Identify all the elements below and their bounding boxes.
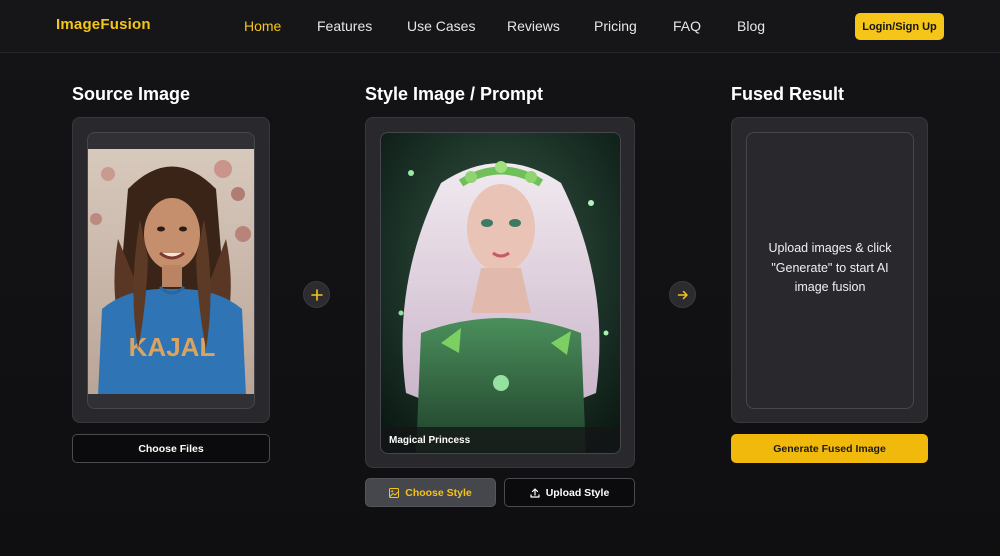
nav-faq[interactable]: FAQ — [673, 18, 701, 34]
nav-blog[interactable]: Blog — [737, 18, 765, 34]
choose-files-button[interactable]: Choose Files — [72, 434, 270, 463]
source-photo: KAJAL — [88, 149, 254, 394]
logo[interactable]: ImageFusion — [56, 16, 151, 33]
nav-home[interactable]: Home — [244, 18, 281, 34]
style-caption: Magical Princess — [381, 427, 620, 453]
image-icon — [389, 487, 400, 498]
choose-style-button[interactable]: Choose Style — [365, 478, 496, 507]
login-signup-button[interactable]: Login/Sign Up — [855, 13, 944, 40]
nav-features[interactable]: Features — [317, 18, 372, 34]
upload-style-button[interactable]: Upload Style — [504, 478, 635, 507]
result-panel: Upload images & click "Generate" to star… — [731, 117, 928, 423]
source-panel: KAJAL — [72, 117, 270, 423]
upload-style-label: Upload Style — [545, 486, 610, 499]
source-title: Source Image — [72, 84, 191, 104]
plus-icon — [303, 281, 330, 308]
arrow-right-icon — [669, 281, 696, 308]
shirt-text: KAJAL — [129, 332, 216, 362]
nav-reviews[interactable]: Reviews — [507, 18, 560, 34]
style-photo — [381, 133, 620, 453]
nav-pricing[interactable]: Pricing — [594, 18, 637, 34]
style-image-frame[interactable]: Magical Princess — [380, 132, 621, 454]
upload-icon — [530, 487, 540, 498]
generate-fused-image-button[interactable]: Generate Fused Image — [731, 434, 928, 463]
result-frame: Upload images & click "Generate" to star… — [746, 132, 914, 409]
top-nav: ImageFusion Home Features Use Cases Revi… — [0, 0, 1000, 53]
style-panel: Magical Princess — [365, 117, 635, 468]
style-title: Style Image / Prompt — [365, 84, 544, 104]
result-title: Fused Result — [731, 84, 845, 104]
choose-style-label: Choose Style — [405, 486, 472, 499]
source-image-frame[interactable]: KAJAL — [87, 132, 255, 409]
result-placeholder: Upload images & click "Generate" to star… — [768, 241, 892, 294]
nav-use-cases[interactable]: Use Cases — [407, 18, 475, 34]
